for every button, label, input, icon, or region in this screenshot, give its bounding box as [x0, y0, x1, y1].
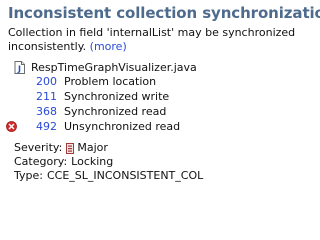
svg-text:J: J: [17, 64, 21, 73]
source-file-name: RespTimeGraphVisualizer.java: [31, 60, 197, 74]
line-number-link[interactable]: 211: [36, 89, 60, 104]
severity-row: Severity: Major: [14, 141, 203, 155]
category-row: Category: Locking: [14, 155, 203, 169]
location-list: 200 Problem location 211 Synchronized wr…: [6, 74, 181, 134]
type-label: Type:: [14, 169, 43, 182]
issue-metadata: Severity: Major Category: Locking Type: …: [14, 141, 203, 183]
description-line-2-text: inconsistently.: [8, 40, 87, 53]
category-label: Category:: [14, 155, 68, 168]
more-link[interactable]: (more): [90, 40, 127, 53]
location-row-sync-read[interactable]: 368 Synchronized read: [14, 104, 180, 119]
major-severity-icon: [66, 142, 75, 154]
severity-value: Major: [77, 141, 108, 154]
issue-description: Collection in field 'internalList' may b…: [8, 26, 308, 54]
location-row-sync-write[interactable]: 211 Synchronized write: [14, 89, 180, 104]
location-label: Problem location: [64, 75, 157, 88]
java-file-icon: J: [14, 60, 25, 74]
type-row: Type: CCE_SL_INCONSISTENT_COL: [14, 169, 203, 183]
severity-label: Severity:: [14, 141, 63, 154]
issue-title: Inconsistent collection synchronization: [8, 4, 320, 22]
description-line-1: Collection in field 'internalList' may b…: [8, 26, 296, 39]
location-label: Synchronized write: [64, 90, 170, 103]
description-line-2: inconsistently. (more): [8, 40, 308, 54]
location-row-unsync-read[interactable]: 492 Unsynchronized read: [6, 119, 181, 134]
source-file[interactable]: J RespTimeGraphVisualizer.java: [14, 59, 197, 75]
line-number-link[interactable]: 492: [36, 119, 60, 134]
error-icon: [6, 121, 17, 132]
line-number-link[interactable]: 368: [36, 104, 60, 119]
type-value: CCE_SL_INCONSISTENT_COL: [46, 169, 204, 182]
location-label: Synchronized read: [64, 105, 167, 118]
location-label: Unsynchronized read: [64, 120, 181, 133]
category-value: Locking: [71, 155, 114, 168]
line-number-link[interactable]: 200: [36, 74, 60, 89]
location-row-problem[interactable]: 200 Problem location: [14, 74, 180, 89]
